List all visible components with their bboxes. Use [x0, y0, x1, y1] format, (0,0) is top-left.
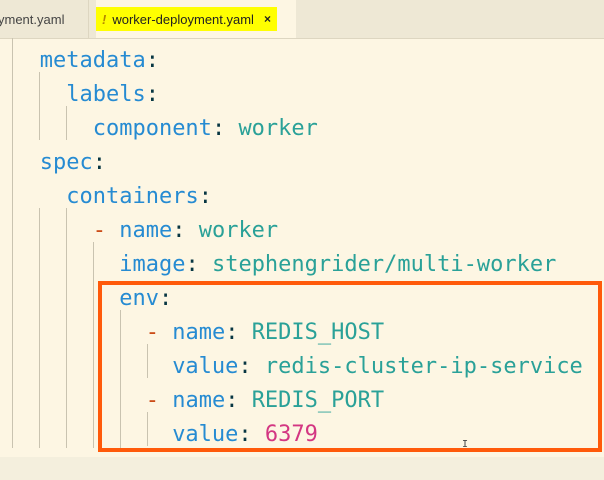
yaml-separator: : — [145, 82, 159, 107]
yaml-key: component — [92, 116, 212, 141]
tab-label: yment.yaml — [0, 11, 65, 27]
tab-worker-deployment[interactable]: ! worker-deployment.yaml × — [96, 0, 296, 38]
code-line[interactable]: containers: — [0, 180, 212, 214]
yaml-separator: : — [198, 184, 212, 209]
yaml-value: worker — [238, 116, 318, 141]
tab-bar: yment.yaml ! worker-deployment.yaml × — [0, 0, 604, 39]
yaml-value: stephengrider/multi-worker — [211, 252, 557, 277]
code-line[interactable]: component: worker — [0, 112, 318, 146]
yaml-key: spec — [39, 150, 93, 175]
tab-other-yaml[interactable]: yment.yaml — [0, 0, 89, 38]
editor-footer-area — [0, 457, 604, 480]
tab-label: worker-deployment.yaml — [112, 11, 254, 27]
yaml-separator: : — [172, 218, 199, 243]
close-icon[interactable]: × — [264, 12, 271, 26]
warning-icon: ! — [102, 11, 107, 27]
yaml-separator: : — [145, 48, 159, 73]
yaml-separator: : — [185, 252, 212, 277]
code-line[interactable]: metadata: — [0, 44, 159, 78]
active-tab-highlight: ! worker-deployment.yaml × — [96, 7, 277, 31]
yaml-key: labels — [66, 82, 146, 107]
yaml-key: metadata — [39, 48, 146, 73]
yaml-key: image — [119, 252, 186, 277]
i-beam-cursor-icon: I — [462, 439, 469, 450]
env-highlight-box — [98, 281, 602, 452]
code-line[interactable]: image: stephengrider/multi-worker — [0, 248, 556, 282]
yaml-separator: : — [92, 150, 106, 175]
code-line[interactable]: - name: worker — [0, 214, 278, 248]
yaml-value: worker — [198, 218, 279, 243]
code-line[interactable]: labels: — [0, 78, 159, 112]
list-dash: - — [92, 218, 120, 243]
yaml-separator: : — [211, 116, 239, 141]
code-line[interactable]: spec: — [0, 146, 106, 180]
yaml-key: name — [119, 218, 173, 243]
yaml-key: containers — [66, 184, 199, 209]
